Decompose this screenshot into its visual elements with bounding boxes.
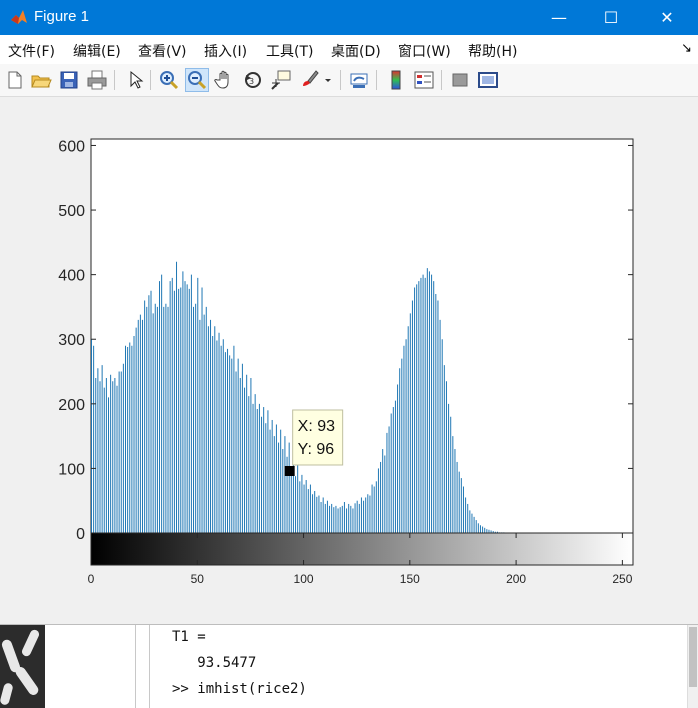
y-tick-label: 100 bbox=[58, 461, 85, 478]
command-prompt-line[interactable]: >> imhist(rice2) bbox=[172, 681, 307, 697]
window-title: Figure 1 bbox=[34, 8, 90, 25]
x-tick-label: 200 bbox=[506, 572, 526, 586]
edit-plot-arrow-icon[interactable] bbox=[124, 69, 146, 91]
toolbar-separator bbox=[114, 70, 115, 90]
save-icon[interactable] bbox=[58, 69, 80, 91]
menu-help[interactable]: 帮助(H) bbox=[468, 41, 517, 61]
print-icon[interactable] bbox=[86, 69, 108, 91]
command-output-line: T1 = bbox=[172, 629, 206, 645]
panel-divider bbox=[135, 625, 136, 708]
zoom-out-icon[interactable] bbox=[185, 68, 209, 92]
menu-insert[interactable]: 插入(I) bbox=[204, 41, 247, 61]
menu-view[interactable]: 查看(V) bbox=[138, 41, 187, 61]
toolbar-separator bbox=[150, 70, 151, 90]
y-tick-label: 600 bbox=[58, 138, 85, 155]
matlab-logo-icon bbox=[11, 10, 27, 24]
close-icon: ✕ bbox=[660, 8, 674, 27]
menu-tools[interactable]: 工具(T) bbox=[266, 41, 313, 61]
y-tick-label: 300 bbox=[58, 332, 85, 349]
toolbar-separator bbox=[340, 70, 341, 90]
toolbar-separator bbox=[441, 70, 442, 90]
menu-overflow-icon[interactable]: ↘ bbox=[681, 41, 692, 56]
link-plot-icon[interactable] bbox=[348, 69, 370, 91]
datatip[interactable]: X: 93 Y: 96 bbox=[292, 409, 344, 466]
x-tick-label: 150 bbox=[400, 572, 420, 586]
command-window-scrollbar[interactable] bbox=[687, 625, 698, 708]
data-cursor-icon[interactable] bbox=[270, 69, 292, 91]
menu-bar: 文件(F) 编辑(E) 查看(V) 插入(I) 工具(T) 桌面(D) 窗口(W… bbox=[0, 35, 698, 64]
y-tick-label: 500 bbox=[58, 203, 85, 220]
y-tick-label: 400 bbox=[58, 268, 85, 285]
x-tick-label: 50 bbox=[191, 572, 205, 586]
title-bar: Figure 1 — ☐ ✕ bbox=[0, 0, 698, 35]
datatip-x-label: X: 93 bbox=[298, 418, 335, 435]
rice-image-thumbnail bbox=[0, 625, 45, 708]
x-tick-label: 0 bbox=[88, 572, 95, 586]
histogram-plot[interactable]: 0 100 200 300 400 500 600 0 50 100 150 200 250 X: 9… bbox=[0, 97, 698, 624]
toolbar-separator bbox=[376, 70, 377, 90]
datatip-marker[interactable] bbox=[284, 465, 295, 476]
chevron-down-icon[interactable] bbox=[322, 69, 334, 91]
minimize-icon: — bbox=[551, 8, 567, 27]
panel-divider bbox=[149, 625, 150, 708]
new-figure-icon[interactable] bbox=[4, 69, 26, 91]
open-file-icon[interactable] bbox=[30, 69, 52, 91]
zoom-in-icon[interactable] bbox=[158, 69, 180, 91]
menu-edit[interactable]: 编辑(E) bbox=[73, 41, 121, 61]
y-tick-label: 0 bbox=[76, 526, 85, 543]
menu-desktop[interactable]: 桌面(D) bbox=[331, 41, 381, 61]
scrollbar-thumb[interactable] bbox=[689, 627, 697, 687]
minimize-button[interactable]: — bbox=[536, 0, 582, 35]
menu-window[interactable]: 窗口(W) bbox=[398, 41, 451, 61]
command-output-line: 93.5477 bbox=[172, 655, 257, 671]
hide-plot-tools-icon[interactable] bbox=[449, 69, 471, 91]
svg-text:3: 3 bbox=[249, 77, 254, 86]
colorbar-icon[interactable] bbox=[385, 69, 407, 91]
legend-icon[interactable] bbox=[413, 69, 435, 91]
command-window-panel: T1 = 93.5477 >> imhist(rice2) bbox=[0, 624, 698, 708]
rotate-3d-icon[interactable]: 3 bbox=[242, 69, 264, 91]
x-tick-label: 100 bbox=[294, 572, 314, 586]
show-plot-tools-icon[interactable] bbox=[477, 69, 499, 91]
close-button[interactable]: ✕ bbox=[644, 0, 690, 35]
figure-toolbar: 3 bbox=[0, 64, 698, 97]
x-tick-label: 250 bbox=[612, 572, 632, 586]
brush-icon[interactable] bbox=[298, 69, 320, 91]
datatip-y-label: Y: 96 bbox=[298, 441, 335, 458]
maximize-button[interactable]: ☐ bbox=[588, 0, 634, 35]
pan-hand-icon[interactable] bbox=[214, 69, 236, 91]
y-tick-label: 200 bbox=[58, 397, 85, 414]
grayscale-colorbar bbox=[90, 532, 634, 566]
maximize-icon: ☐ bbox=[603, 8, 619, 27]
menu-file[interactable]: 文件(F) bbox=[8, 41, 55, 61]
